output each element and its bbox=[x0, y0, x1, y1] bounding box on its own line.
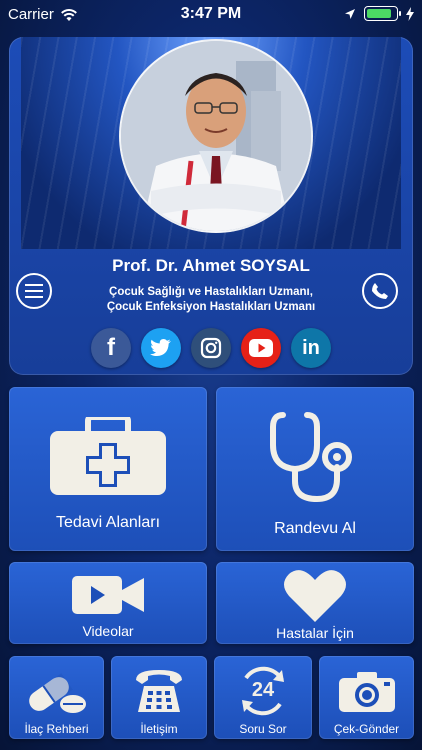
stethoscope-icon bbox=[270, 412, 352, 503]
medical-kit-icon bbox=[50, 417, 166, 495]
doctor-title: Çocuk Sağlığı ve Hastalıkları Uzmanı, Ço… bbox=[9, 285, 413, 315]
tile-soru-sor[interactable]: 24 Soru Sor bbox=[214, 656, 312, 739]
doctor-portrait-image bbox=[121, 41, 311, 231]
youtube-button[interactable] bbox=[241, 328, 281, 368]
tile-tedavi-label: Tedavi Alanları bbox=[55, 514, 161, 531]
tile-hastalar-icin[interactable]: Hastalar İçin bbox=[216, 562, 414, 644]
profile-hero bbox=[21, 37, 401, 249]
soru-sor-icon-wrap: 24 bbox=[236, 666, 290, 716]
tile-ilac-rehberi[interactable]: İlaç Rehberi bbox=[9, 656, 104, 739]
charging-icon bbox=[406, 6, 414, 21]
instagram-button[interactable] bbox=[191, 328, 231, 368]
battery-icon bbox=[364, 6, 401, 21]
location-icon bbox=[345, 8, 355, 19]
tile-iletisim-label: İletişim bbox=[140, 722, 178, 736]
tile-hastalar-label: Hastalar İçin bbox=[276, 625, 354, 641]
camera-icon bbox=[338, 672, 395, 712]
tile-iletisim[interactable]: İletişim bbox=[111, 656, 207, 739]
linkedin-button[interactable]: in bbox=[291, 328, 331, 368]
facebook-icon: f bbox=[107, 334, 115, 361]
facebook-button[interactable]: f bbox=[91, 328, 131, 368]
linkedin-icon: in bbox=[302, 336, 320, 359]
tile-randevu-label: Randevu Al bbox=[274, 520, 356, 537]
tile-videolar-label: Videolar bbox=[82, 623, 134, 639]
menu-button[interactable] bbox=[16, 273, 52, 309]
phone-icon bbox=[372, 283, 388, 299]
status-bar: Carrier 3:47 PM bbox=[0, 0, 422, 30]
doctor-title-line-1: Çocuk Sağlığı ve Hastalıkları Uzmanı, bbox=[109, 286, 313, 298]
doctor-photo bbox=[119, 39, 313, 233]
telephone-icon bbox=[136, 670, 182, 712]
tile-ilac-label: İlaç Rehberi bbox=[24, 722, 89, 736]
pills-icon bbox=[28, 673, 86, 713]
tile-randevu-al[interactable]: Randevu Al bbox=[216, 387, 414, 551]
tile-cek-gonder[interactable]: Çek-Gönder bbox=[319, 656, 414, 739]
tile-soru-label: Soru Sor bbox=[239, 722, 287, 736]
heart-icon bbox=[284, 570, 346, 622]
profile-card: Prof. Dr. Ahmet SOYSAL Çocuk Sağlığı ve … bbox=[9, 37, 413, 375]
tile-videolar[interactable]: Videolar bbox=[9, 562, 207, 644]
doctor-title-line-2: Çocuk Enfeksiyon Hastalıkları Uzmanı bbox=[106, 301, 316, 313]
twitter-icon bbox=[150, 339, 171, 356]
instagram-icon bbox=[200, 337, 222, 359]
status-right bbox=[344, 6, 414, 21]
hamburger-icon bbox=[25, 284, 43, 298]
social-links: f in bbox=[9, 328, 413, 368]
doctor-name: Prof. Dr. Ahmet SOYSAL bbox=[112, 256, 310, 275]
soru-sor-badge: 24 bbox=[251, 679, 275, 701]
twitter-button[interactable] bbox=[141, 328, 181, 368]
call-button[interactable] bbox=[362, 273, 398, 309]
tile-tedavi-alanlari[interactable]: Tedavi Alanları bbox=[9, 387, 207, 551]
youtube-icon bbox=[249, 339, 273, 357]
tile-cek-label: Çek-Gönder bbox=[333, 722, 400, 736]
video-camera-icon bbox=[72, 576, 144, 614]
